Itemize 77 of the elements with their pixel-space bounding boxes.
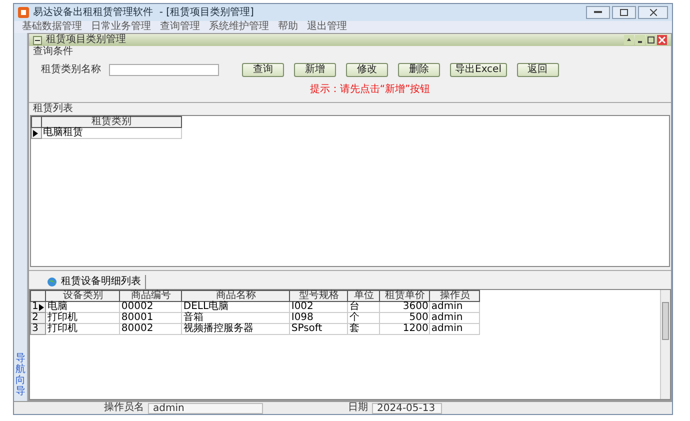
table-cell: 3600 [380, 302, 430, 312]
close-icon [650, 9, 656, 16]
column-header[interactable]: 型号规格 [290, 290, 348, 302]
action-button[interactable]: 导出Excel [450, 63, 506, 77]
column-header[interactable]: 租赁单价 [380, 290, 430, 302]
field-label: 租赁类别名称 [41, 65, 101, 75]
restore-button[interactable] [612, 6, 636, 19]
group-label: 租赁列表 [33, 104, 73, 114]
table-cell: 个 [348, 312, 380, 324]
current-row-icon [33, 130, 38, 136]
group-label: 查询条件 [33, 47, 74, 57]
column-header[interactable]: 操作员 [430, 290, 480, 302]
row-number: 3 [32, 324, 38, 334]
table-cell: 音箱 [182, 312, 290, 324]
column-header[interactable]: 商品名称 [182, 290, 290, 302]
operator-value: admin [148, 402, 263, 414]
window-title: 易达设备出租租赁管理软件 - [租赁项目类别管理] [33, 8, 254, 18]
table-cell: 视频播控服务器 [182, 324, 290, 334]
menu-item[interactable]: 退出管理 [307, 22, 347, 32]
table-cell: I098 [290, 312, 348, 324]
table-cell: 500 [380, 312, 430, 324]
table-cell: DELL电脑 [182, 302, 290, 312]
table-cell: SPsoft [290, 324, 348, 334]
status-label: 操作员名 [104, 403, 144, 413]
date-value: 2024-05-13 [372, 402, 442, 414]
table-cell: 打印机 [46, 312, 120, 324]
close-icon[interactable] [657, 35, 667, 45]
table-cell: 套 [348, 324, 380, 334]
table-cell: 打印机 [46, 324, 120, 334]
table-cell: I002 [290, 302, 348, 312]
menu-item[interactable]: 日常业务管理 [91, 22, 151, 32]
row-number: 2 [32, 313, 38, 323]
table-cell: 80002 [120, 324, 182, 334]
table-cell: admin [430, 312, 480, 324]
column-header[interactable]: 设备类别 [46, 290, 120, 302]
minimize-icon [594, 11, 602, 14]
caret-up-icon[interactable] [624, 35, 634, 45]
row-header[interactable]: 1 [30, 302, 46, 312]
category-name-field[interactable] [109, 64, 219, 76]
close-button[interactable] [638, 6, 668, 19]
row-header[interactable]: 2 [30, 312, 46, 324]
minimize-button[interactable] [586, 6, 610, 19]
table-cell: 电脑租赁 [42, 128, 182, 138]
menu-item[interactable]: 基础数据管理 [22, 22, 82, 32]
row-header[interactable]: 3 [30, 324, 46, 334]
table-cell: 台 [348, 302, 380, 312]
scrollbar-thumb[interactable] [662, 302, 669, 340]
table-cell: 电脑 [46, 302, 120, 312]
table-cell: 1200 [380, 324, 430, 334]
column-header[interactable]: 单位 [348, 290, 380, 302]
table-cell: admin [430, 324, 480, 334]
action-button[interactable]: 新增 [294, 63, 336, 77]
row-header[interactable] [32, 128, 42, 138]
menu-item[interactable]: 系统维护管理 [209, 22, 269, 32]
restore-icon [620, 9, 628, 16]
navigation-tab[interactable]: 导航向导 [16, 353, 26, 397]
row-number: 1 [32, 302, 38, 312]
action-button[interactable]: 查询 [242, 63, 284, 77]
globe-icon [47, 277, 57, 287]
hint-text: 提示：请先点击“新增”按钮 [310, 85, 430, 95]
action-button[interactable]: 删除 [398, 63, 440, 77]
table-cell: 80001 [120, 312, 182, 324]
menu-item[interactable]: 查询管理 [160, 22, 200, 32]
menu-item[interactable]: 帮助 [278, 22, 298, 32]
status-label: 日期 [348, 403, 368, 413]
column-header[interactable]: 商品编号 [120, 290, 182, 302]
minimize-icon[interactable] [635, 35, 645, 45]
table-cell: admin [430, 302, 480, 312]
column-header[interactable]: 租赁类别 [42, 116, 182, 128]
action-button[interactable]: 返回 [516, 63, 558, 77]
current-row-icon [39, 304, 44, 310]
table-cell: 00002 [120, 302, 182, 312]
child-window-title: 租赁项目类别管理 [46, 35, 126, 45]
maximize-icon[interactable] [646, 35, 656, 45]
collapse-icon[interactable] [33, 36, 42, 44]
app-logo-icon [18, 7, 29, 18]
action-button[interactable]: 修改 [346, 63, 388, 77]
